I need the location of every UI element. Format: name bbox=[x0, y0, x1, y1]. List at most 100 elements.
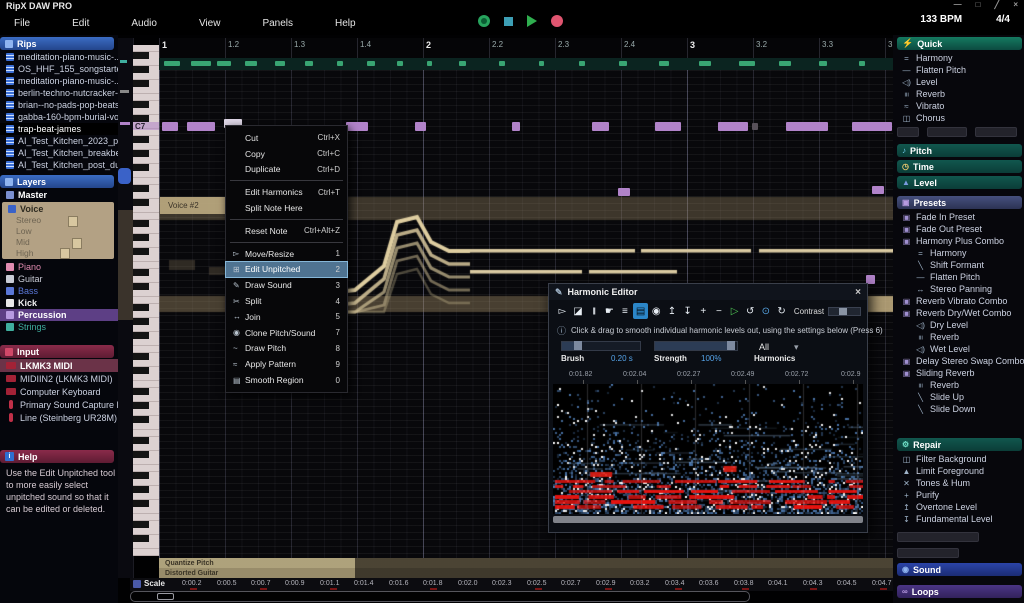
help-panel-header[interactable]: i Help bbox=[0, 450, 114, 463]
black-key[interactable] bbox=[133, 248, 159, 255]
history-tool[interactable]: ↺ bbox=[743, 303, 758, 319]
rip-item-selected[interactable]: trap-beat-james bbox=[0, 123, 118, 135]
menu-item-join[interactable]: ↔Join5 bbox=[226, 309, 347, 325]
midi-note[interactable] bbox=[655, 122, 681, 131]
white-key[interactable] bbox=[133, 458, 159, 465]
distorted-guitar-strip[interactable]: Distorted Guitar bbox=[159, 568, 893, 578]
white-key[interactable] bbox=[133, 192, 159, 199]
rip-item[interactable]: meditation-piano-music-... bbox=[0, 75, 118, 87]
stereo-slider[interactable] bbox=[68, 216, 78, 227]
preset-item[interactable]: ▣Reverb Vibrato Combo bbox=[895, 295, 1024, 307]
sound-panel-header[interactable]: ◉ Sound bbox=[897, 563, 1022, 576]
black-key[interactable] bbox=[133, 535, 159, 542]
menu-help[interactable]: Help bbox=[321, 18, 370, 29]
midi-note[interactable] bbox=[872, 186, 884, 194]
black-key[interactable] bbox=[133, 451, 159, 458]
overview-column[interactable] bbox=[118, 38, 134, 578]
loops-panel-header[interactable]: ∞ Loops bbox=[897, 585, 1022, 598]
harmonic-editor-close-button[interactable]: × bbox=[855, 287, 861, 298]
harmonics-select[interactable]: All bbox=[759, 342, 769, 352]
harmonics-view-tool[interactable]: ≡ bbox=[618, 303, 633, 319]
preset-sub-item[interactable]: ↔Stereo Panning bbox=[895, 283, 1024, 295]
menu-item-clone-pitch-sound[interactable]: ◉Clone Pitch/Sound7 bbox=[226, 325, 347, 341]
close-button[interactable]: × bbox=[1013, 0, 1018, 9]
white-key[interactable] bbox=[133, 311, 159, 318]
black-key[interactable] bbox=[133, 199, 159, 206]
horizontal-scrollbar[interactable] bbox=[130, 591, 750, 602]
menu-item-duplicate[interactable]: DuplicateCtrl+D bbox=[226, 162, 347, 178]
midi-note[interactable] bbox=[618, 188, 630, 196]
rip-item[interactable]: brian--no-pads-pop-beats... bbox=[0, 99, 118, 111]
black-key[interactable] bbox=[133, 101, 159, 108]
white-key[interactable] bbox=[133, 143, 159, 150]
bpm-display[interactable]: 133 BPM bbox=[920, 14, 962, 25]
repair-tones-hum[interactable]: ✕Tones & Hum bbox=[895, 477, 1024, 489]
white-key[interactable] bbox=[133, 213, 159, 220]
midi-note[interactable] bbox=[415, 122, 426, 131]
faders-tool[interactable]: ||| bbox=[586, 303, 601, 319]
quick-sliders[interactable] bbox=[897, 127, 1020, 137]
black-key[interactable] bbox=[133, 234, 159, 241]
repair-purify[interactable]: +Purify bbox=[895, 489, 1024, 501]
input-item[interactable]: Line (Steinberg UR28M) bbox=[0, 411, 118, 424]
midi-note[interactable] bbox=[346, 122, 368, 131]
play-tool[interactable]: ▷ bbox=[727, 303, 742, 319]
input-panel-header[interactable]: Input bbox=[0, 345, 114, 358]
black-key[interactable] bbox=[133, 80, 159, 87]
midi-note[interactable] bbox=[718, 122, 748, 131]
play-button[interactable] bbox=[527, 15, 537, 27]
white-key[interactable] bbox=[133, 374, 159, 381]
eraser-tool[interactable]: ◪ bbox=[571, 303, 586, 319]
white-key[interactable] bbox=[133, 94, 159, 101]
layer-bass[interactable]: Bass bbox=[0, 285, 118, 297]
menu-view[interactable]: View bbox=[185, 18, 235, 29]
menu-item-edit-harmonics[interactable]: Edit HarmonicsCtrl+T bbox=[226, 184, 347, 200]
midi-note[interactable] bbox=[852, 122, 892, 131]
black-key[interactable] bbox=[133, 283, 159, 290]
menu-panels[interactable]: Panels bbox=[248, 18, 307, 29]
white-key[interactable] bbox=[133, 206, 159, 213]
preset-sub-item[interactable]: ≡Reverb bbox=[895, 331, 1024, 343]
menu-item-draw-sound[interactable]: ✎Draw Sound3 bbox=[226, 277, 347, 293]
white-key[interactable] bbox=[133, 73, 159, 80]
menu-item-apply-pattern[interactable]: ≈Apply Pattern9 bbox=[226, 356, 347, 372]
white-key[interactable] bbox=[133, 346, 159, 353]
quick-panel-header[interactable]: ⚡ Quick bbox=[897, 37, 1022, 50]
quick-harmony[interactable]: =Harmony bbox=[895, 52, 1024, 64]
black-key[interactable] bbox=[133, 402, 159, 409]
level-panel-header[interactable]: ▲ Level bbox=[897, 176, 1022, 189]
white-key[interactable] bbox=[133, 549, 159, 556]
harmonic-editor-scrollbar[interactable] bbox=[553, 516, 863, 523]
white-key[interactable] bbox=[133, 325, 159, 332]
layers-panel-header[interactable]: Layers bbox=[0, 175, 114, 188]
white-key[interactable] bbox=[133, 339, 159, 346]
layer-kick[interactable]: Kick bbox=[0, 297, 118, 309]
preset-sub-item[interactable]: ╲Slide Up bbox=[895, 391, 1024, 403]
time-panel-header[interactable]: ◷ Time bbox=[897, 160, 1022, 173]
preset-item[interactable]: ▣Delay Stereo Swap Combo bbox=[895, 355, 1024, 367]
repair-limit-foreground[interactable]: ▲Limit Foreground bbox=[895, 465, 1024, 477]
white-key[interactable] bbox=[133, 262, 159, 269]
preset-sub-item[interactable]: ◁)Dry Level bbox=[895, 319, 1024, 331]
white-key[interactable] bbox=[133, 87, 159, 94]
black-key[interactable] bbox=[133, 136, 159, 143]
white-key[interactable] bbox=[133, 395, 159, 402]
white-key[interactable] bbox=[133, 241, 159, 248]
menu-item-reset-note[interactable]: Reset NoteCtrl+Alt+Z bbox=[226, 223, 347, 239]
brush-slider[interactable] bbox=[561, 341, 641, 351]
repair-sliders[interactable] bbox=[897, 532, 1020, 558]
contrast-slider[interactable] bbox=[828, 307, 861, 316]
add-tool[interactable]: + bbox=[696, 303, 711, 319]
chevron-down-icon[interactable]: ▾ bbox=[794, 342, 799, 353]
rip-item[interactable]: OS_HHF_155_songstarter... bbox=[0, 63, 118, 75]
preset-sub-item[interactable]: ╲Shift Formant bbox=[895, 259, 1024, 271]
white-key[interactable] bbox=[133, 276, 159, 283]
rip-item[interactable]: meditation-piano-music-... bbox=[0, 51, 118, 63]
white-key[interactable] bbox=[133, 465, 159, 472]
menu-item-edit-unpitched[interactable]: ⊞Edit Unpitched2 bbox=[226, 262, 347, 278]
subtract-tool[interactable]: − bbox=[712, 303, 727, 319]
midi-note[interactable] bbox=[187, 122, 215, 131]
midi-note[interactable] bbox=[592, 122, 609, 131]
white-key[interactable] bbox=[133, 493, 159, 500]
menu-edit[interactable]: Edit bbox=[58, 18, 103, 29]
